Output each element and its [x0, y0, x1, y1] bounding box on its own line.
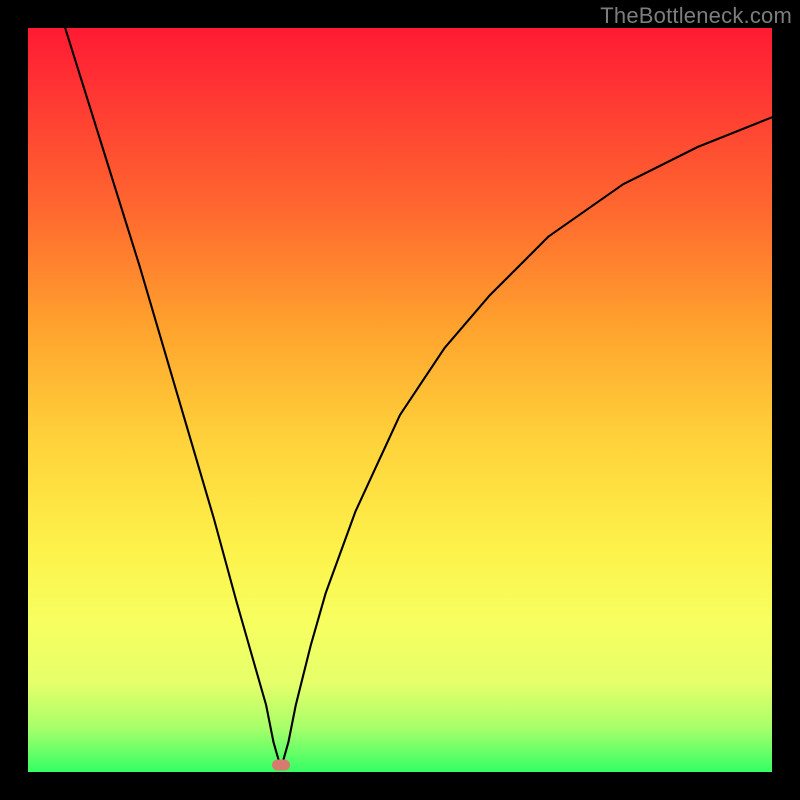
curve-svg [28, 28, 772, 772]
bottleneck-curve [65, 28, 772, 768]
optimum-marker [272, 759, 290, 770]
watermark-text: TheBottleneck.com [600, 3, 792, 29]
chart-frame: TheBottleneck.com [0, 0, 800, 800]
plot-area [28, 28, 772, 772]
